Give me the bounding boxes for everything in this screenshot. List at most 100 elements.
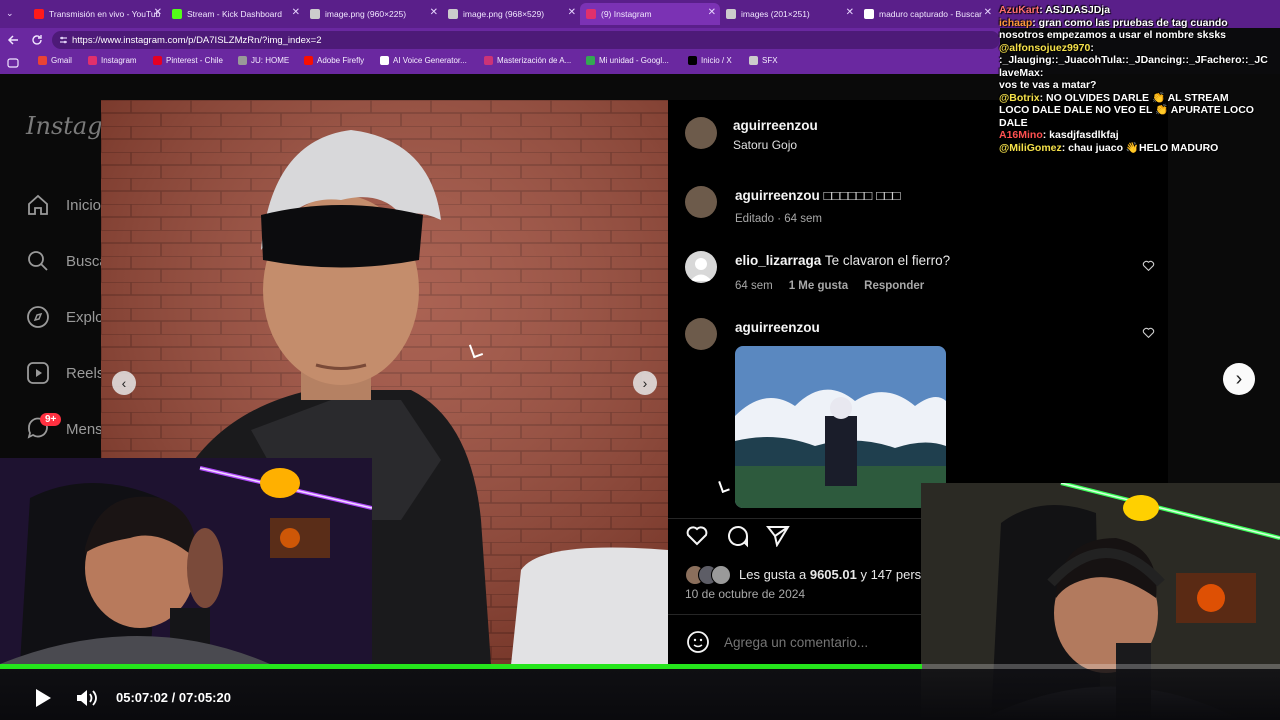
bookmark-sfx[interactable]: SFX: [749, 56, 778, 65]
chat-text: LOCO DALE DALE NO VEO EL 👏 APURATE LOCO: [999, 104, 1254, 116]
chat-message: AzuKart: ASJDASJDja: [999, 4, 1110, 17]
tab-image-1[interactable]: image.png (960×225) ✕: [304, 3, 442, 25]
likers-avatars[interactable]: [685, 565, 737, 585]
close-tab-icon[interactable]: ✕: [984, 7, 992, 18]
webcam-left-scene: [0, 458, 372, 664]
chat-username: ichaap: [999, 16, 1033, 29]
bookmark-ju-home[interactable]: JU: HOME: [238, 56, 289, 65]
author-avatar[interactable]: [685, 117, 717, 149]
chevron-right-icon: ›: [642, 375, 648, 391]
post-location[interactable]: Satoru Gojo: [733, 138, 797, 152]
nav-label: Reels: [66, 364, 105, 382]
site-info-icon[interactable]: [59, 35, 68, 45]
likes-rest: y 147 pers: [860, 567, 922, 582]
chat-message: LOCO DALE DALE NO VEO EL 👏 APURATE LOCO: [999, 104, 1254, 117]
likes-summary[interactable]: Les gusta a 9605.01 y 147 pers: [739, 567, 924, 582]
volume-icon[interactable]: [76, 688, 98, 708]
emoji-icon[interactable]: [686, 630, 710, 654]
play-icon[interactable]: [34, 688, 52, 708]
bookmark-masterizacion[interactable]: Masterización de A...: [484, 56, 571, 65]
close-tab-icon[interactable]: ✕: [846, 7, 854, 18]
chat-text: : chau juaco 👋HELO MADURO: [1061, 141, 1219, 154]
bookmark-adobe-firefly[interactable]: Adobe Firefly: [304, 56, 364, 65]
tab-instagram[interactable]: (9) Instagram ✕: [580, 3, 720, 25]
share-icon[interactable]: [766, 525, 790, 547]
nav-messages[interactable]: Mens: [26, 417, 103, 441]
nav-reels[interactable]: Reels: [26, 361, 104, 385]
chat-message: :_Jlauging::_JuacohTula::_JDancing::_JFa…: [999, 54, 1268, 67]
chat-text: :: [1090, 41, 1094, 54]
bookmark-label: Gmail: [51, 56, 72, 65]
time-display: 05:07:02 / 07:05:20: [116, 690, 231, 705]
time-separator: /: [171, 690, 176, 705]
nav-label: Inicio: [66, 196, 102, 214]
comment-meta: 64 sem 1 Me gusta Responder: [735, 280, 924, 292]
bookmarks-menu-icon[interactable]: [7, 58, 19, 68]
comment-username[interactable]: elio_lizarraga: [735, 253, 821, 268]
chat-username: AzuKart: [999, 4, 1040, 16]
chevron-right-icon: ›: [1235, 367, 1243, 390]
chat-message: vos te vas a matar?: [999, 79, 1096, 92]
commenter-avatar[interactable]: [685, 251, 717, 283]
chat-text: :_Jlauging::_JuacohTula::_JDancing::_JFa…: [999, 54, 1268, 66]
close-tab-icon[interactable]: ✕: [568, 7, 576, 18]
chat-text: : kasdjfasdlkfaj: [1042, 129, 1119, 141]
globe-favicon-icon: [726, 9, 736, 19]
like-heart-icon[interactable]: [685, 524, 709, 546]
tab-search[interactable]: maduro capturado - Buscar ✕: [858, 3, 996, 25]
bookmark-label: JU: HOME: [251, 56, 290, 65]
bookmark-pinterest[interactable]: Pinterest - Chile: [153, 56, 223, 65]
next-post-button[interactable]: ›: [1223, 363, 1255, 395]
caption-meta: Editado · 64 sem: [735, 213, 822, 225]
close-tab-icon[interactable]: ✕: [708, 7, 716, 18]
tab-youtube[interactable]: Transmisión en vivo - YouTub ✕: [28, 3, 166, 25]
reply-heart-icon[interactable]: [1142, 326, 1155, 338]
youtube-favicon-icon: [34, 9, 44, 19]
chat-message: ichaap: gran como las pruebas de tag cua…: [999, 17, 1228, 30]
likes-count: 9605.01: [809, 567, 857, 582]
bookmark-ai-voice[interactable]: AI Voice Generator...: [380, 56, 467, 65]
comment-input[interactable]: [722, 630, 916, 654]
bookmark-gmail[interactable]: Gmail: [38, 56, 72, 65]
caption: aguirreenzou □□□□□□ □□□: [735, 188, 901, 203]
nav-explore[interactable]: Explo: [26, 305, 104, 329]
comment-likes[interactable]: 1 Me gusta: [789, 280, 848, 292]
reload-icon[interactable]: [30, 33, 44, 47]
nav-search[interactable]: Busca: [26, 249, 108, 273]
nav-home[interactable]: Inicio: [26, 193, 101, 217]
ai-voice-icon: [380, 56, 389, 65]
bookmark-label: Masterización de A...: [497, 56, 572, 65]
close-tab-icon[interactable]: ✕: [154, 7, 162, 18]
author-username[interactable]: aguirreenzou: [733, 118, 818, 133]
tab-images[interactable]: images (201×251) ✕: [720, 3, 858, 25]
kick-favicon-icon: [172, 9, 182, 19]
bookmark-x[interactable]: Inicio / X: [688, 56, 732, 65]
comment-heart-icon[interactable]: [1142, 259, 1155, 271]
tab-image-2[interactable]: image.png (968×529) ✕: [442, 3, 580, 25]
tab-kick[interactable]: Stream - Kick Dashboard ✕: [166, 3, 304, 25]
reply-username[interactable]: aguirreenzou: [735, 320, 820, 335]
chat-message: nosotros empezamos a usar el nombre sksk…: [999, 29, 1226, 42]
carousel-prev-button[interactable]: ‹: [112, 371, 136, 395]
carousel-next-button[interactable]: ›: [633, 371, 657, 395]
close-tab-icon[interactable]: ✕: [292, 7, 300, 18]
close-tab-icon[interactable]: ✕: [430, 7, 438, 18]
tab-menu-chevron-icon[interactable]: ⌄: [6, 8, 20, 20]
caption-username[interactable]: aguirreenzou: [735, 188, 820, 203]
gmail-icon: [38, 56, 47, 65]
comment-image[interactable]: [735, 346, 946, 508]
bookmark-instagram[interactable]: Instagram: [88, 56, 137, 65]
bookmark-google-drive[interactable]: Mi unidad - Googl...: [586, 56, 669, 65]
reply-button[interactable]: Responder: [864, 280, 924, 292]
reply-avatar[interactable]: [685, 318, 717, 350]
caption-avatar[interactable]: [685, 186, 717, 218]
chat-username: DALE: [999, 116, 1028, 129]
nav-label: Explo: [66, 308, 104, 326]
time-total: 07:05:20: [178, 690, 231, 705]
google-favicon-icon: [864, 9, 874, 19]
chat-text: : gran como las pruebas de tag cuando: [1032, 16, 1228, 29]
back-arrow-icon[interactable]: [6, 33, 20, 47]
bookmark-label: Adobe Firefly: [317, 56, 365, 65]
ju-home-icon: [238, 56, 247, 65]
comment-icon[interactable]: [726, 524, 750, 548]
